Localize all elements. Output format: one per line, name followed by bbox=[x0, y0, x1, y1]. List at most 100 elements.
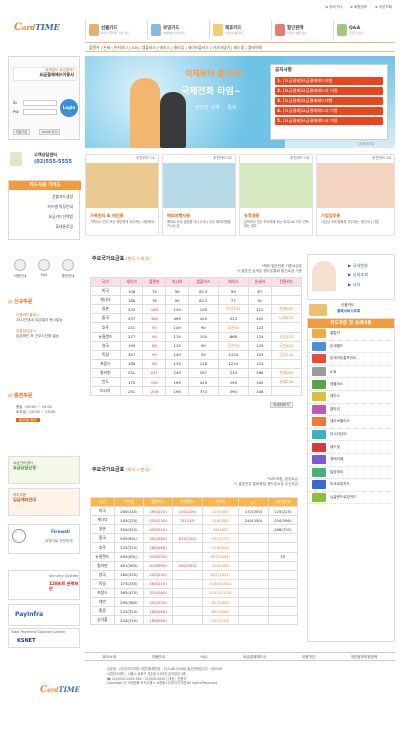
table-row: 프랑스 186 98 119 116 1224 124 bbox=[90, 358, 303, 369]
card-list-item[interactable]: 밀양에이 bbox=[308, 467, 394, 480]
rate-cell: 99 bbox=[165, 286, 190, 297]
rate-cell: 무선144 bbox=[270, 349, 303, 360]
footer-link-terms[interactable]: 이용약관 bbox=[302, 653, 315, 660]
notice-item[interactable]: 5. [요금결제]요금결제헤드서 이용 bbox=[275, 117, 383, 125]
country-code-link[interactable]: ▶ 국가번호 bbox=[348, 263, 368, 268]
rate-cell: 82.5 bbox=[188, 295, 219, 306]
consult-banner[interactable]: 요금관리센터 요금상담신청 bbox=[8, 456, 80, 484]
rate-cell: 172(300) bbox=[238, 506, 269, 517]
rate-cell: 186 bbox=[119, 358, 144, 369]
nav-roaming[interactable]: 로밍카드 해외에서 편리하게 bbox=[147, 20, 209, 40]
cart-link[interactable]: 장바구니 bbox=[326, 5, 342, 10]
notice-item[interactable]: 4. [요금결제]요금결제헤드서 이용 bbox=[275, 107, 383, 115]
rate-cell: 82.5 bbox=[188, 286, 219, 297]
guide-item[interactable]: 선불카드생성 bbox=[19, 194, 77, 200]
notice-item[interactable]: 1. [요금결제]요금결제헤드대행 bbox=[275, 77, 383, 85]
rate-cell: 390 bbox=[217, 386, 249, 397]
column-header: 온세카 bbox=[247, 276, 272, 288]
column-header: 엠피어나 bbox=[142, 496, 174, 508]
card-list-item[interactable]: 엠플러스 bbox=[308, 378, 394, 391]
table1-more-button[interactable]: 자세히보기 bbox=[270, 402, 293, 409]
footer-link-privacy[interactable]: 개인정보보호정책 bbox=[351, 653, 377, 660]
rate-cell: 129 bbox=[247, 349, 272, 360]
card-list-item[interactable]: 클럽카 bbox=[308, 328, 394, 341]
order-lookup-link[interactable]: 주문조회 bbox=[375, 5, 392, 10]
notice-item[interactable]: 2. [요금결제]요금결제헤드서 이용 bbox=[275, 87, 383, 95]
usage-guide-button[interactable]: 이용안내 bbox=[10, 258, 30, 278]
recommend-card-4[interactable]: 추천카드 04 기업업무용 사업상 국제 통화를 자주하는 개인이나 기업 bbox=[316, 154, 395, 236]
card-pay-sub: 결제서비스조회 bbox=[337, 309, 361, 313]
nav-qna[interactable]: Q&A 궁금한 사항 bbox=[333, 20, 395, 40]
card-list-item[interactable]: 온세월드 bbox=[308, 341, 394, 354]
rate-cell: 180(210) bbox=[142, 578, 174, 589]
card-list-item[interactable]: 클라임 bbox=[308, 404, 394, 417]
notice-text: [요금결제]요금결제헤드대행 bbox=[283, 78, 333, 83]
time-difference-link[interactable]: ▶ 시차 bbox=[348, 282, 360, 287]
guide-item[interactable]: 요금카드선택법 bbox=[19, 214, 77, 220]
footer-logo: CardTIME bbox=[40, 685, 80, 695]
nav-discount[interactable]: 할인판매 다양한 상품 할인 bbox=[271, 20, 333, 40]
card-name: 온세아이롱포인트 bbox=[330, 356, 357, 361]
card-list-item[interactable]: 에이스 bbox=[308, 391, 394, 404]
card-brand-subnav[interactable]: 플랜카 | 온세 | 온처리나 | ICN | 엠플러스 | 에이스 | 클라임… bbox=[85, 42, 395, 52]
country-cell: 독일 bbox=[90, 578, 115, 589]
order-line-body: 입금확인 후 근무시간중 발송 bbox=[16, 333, 60, 338]
footer-logo-suffix: TIME bbox=[58, 685, 80, 694]
country-cell: 뉴질랜드 bbox=[90, 331, 121, 342]
rate-cell: 266 bbox=[247, 367, 272, 379]
id-label: ID bbox=[13, 101, 17, 105]
payinfra-banner[interactable]: PayInfra bbox=[8, 604, 80, 626]
rate-cell: 947(1051) bbox=[201, 569, 240, 580]
faq-button[interactable]: FAQ bbox=[34, 259, 54, 277]
join-button[interactable]: 회원가입 bbox=[13, 129, 31, 135]
nav-prepaid[interactable]: 선불카드 편리한 온라인 선불 카드 bbox=[85, 20, 147, 40]
rate-cell bbox=[267, 597, 299, 608]
footer-link-company[interactable]: 회사소개 bbox=[103, 653, 116, 660]
member-link[interactable]: 회원정보 bbox=[350, 5, 367, 10]
account-banner[interactable]: 카드주문 입금계좌안내 bbox=[8, 488, 80, 516]
card-list-item[interactable]: 온세아이롱포인트 bbox=[308, 353, 394, 366]
rate-cell: 295(385) bbox=[113, 597, 145, 608]
site-logo[interactable]: CardTIME bbox=[14, 22, 80, 38]
login-box: 대체없는 요금결제! 요금결제헤드이용서 ID PW Login 회원가입 ID… bbox=[8, 56, 80, 140]
card-name: 엠에이페 bbox=[330, 457, 344, 462]
rate-cell: 499 bbox=[165, 313, 190, 324]
rate-cell: 99 bbox=[142, 349, 167, 360]
card-badge: 추천카드 03 bbox=[290, 156, 309, 160]
card-list-item[interactable]: 세이브플러스 bbox=[308, 416, 394, 429]
card-list-item[interactable]: 아시아넘어 bbox=[308, 429, 394, 442]
notice-item[interactable]: 3. [요금결제]요금결제헤드대행 bbox=[275, 97, 383, 105]
login-button[interactable]: Login bbox=[60, 99, 78, 117]
recommend-card-1[interactable]: 추천카드 01 가족친지 & 애인용 가족이나 친지 또는 애인에게 자주하는 … bbox=[85, 154, 159, 236]
footer-link-faq[interactable]: FAQ bbox=[200, 653, 207, 660]
id-input[interactable] bbox=[23, 100, 57, 106]
firewall-banner[interactable]: Firewall 요정자로 안전하게 bbox=[8, 524, 80, 554]
security-banner[interactable]: Security System 128비트 완벽보안 bbox=[8, 570, 80, 600]
footer-link-guide[interactable]: 이용안내 bbox=[152, 653, 165, 660]
nav-partner[interactable]: 제휴카드 기업과 제휴카드 bbox=[209, 20, 271, 40]
footer-link-billing[interactable]: 요금결제헤드서 bbox=[243, 653, 266, 660]
rate-cell: 249 bbox=[165, 367, 190, 379]
rate-cell: 75 bbox=[142, 286, 167, 297]
card-list-item[interactable]: 레드빛 bbox=[308, 441, 394, 454]
detail-lookup-link[interactable]: ▶ 상세조회 bbox=[348, 272, 368, 277]
guide-item[interactable]: 휴대폰로밍 bbox=[19, 224, 77, 230]
card-list-item[interactable]: 엠에이페 bbox=[308, 454, 394, 467]
ksnet-banner[interactable]: Total Payment Solution Leader KSNET bbox=[8, 628, 80, 648]
card-list-item[interactable]: 뉴질랜드로밍카드 bbox=[308, 492, 394, 505]
recommend-card-3[interactable]: 추천카드 03 유학생용 유학하고 있는 자녀에게 또는 외국으로 자주 연락하… bbox=[239, 154, 313, 236]
card-list-item[interactable]: ICN bbox=[308, 366, 394, 379]
guide-title: 카드사용 가이드 bbox=[9, 181, 81, 190]
card-list-item[interactable]: 미국로밍카드 bbox=[308, 479, 394, 492]
recommend-card-2[interactable]: 추천카드 02 해외여행자용 해외로 자주 출장을 다니시거나 자주 해외여행을… bbox=[162, 154, 236, 236]
notice-more-link[interactable]: [자보공지] bbox=[358, 142, 374, 146]
card-pay-banner[interactable]: 신용카드 결제서비스조회 bbox=[307, 302, 395, 318]
table-row: 일본 232 180 149 105 무선132 112 온세182 bbox=[90, 304, 303, 315]
banner-title: 입금계좌안내 bbox=[13, 497, 37, 503]
find-id-pw-button[interactable]: ID/PW 찾기 bbox=[39, 129, 61, 135]
rate-cell: 100 bbox=[188, 331, 219, 342]
guide-item[interactable]: 카드별 특징안내 bbox=[19, 204, 77, 210]
notice-text: [요금결제]요금결제헤드대행 bbox=[283, 98, 333, 103]
password-input[interactable] bbox=[23, 109, 57, 115]
recharge-guide-button[interactable]: 충전안내 bbox=[58, 258, 78, 278]
